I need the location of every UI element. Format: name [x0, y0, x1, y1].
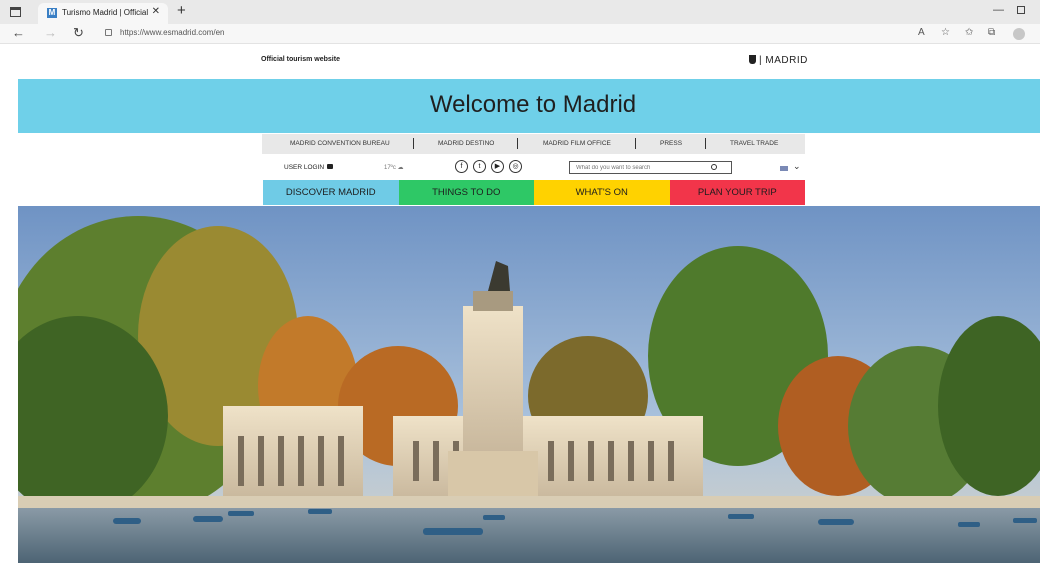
restore-button[interactable]: [1017, 6, 1025, 14]
instagram-icon[interactable]: ◎: [509, 160, 522, 173]
profile-avatar-icon[interactable]: [1013, 28, 1025, 40]
site-favicon-icon: M: [47, 8, 57, 18]
close-tab-icon[interactable]: ✕: [152, 6, 160, 17]
category-navigation: DISCOVER MADRID THINGS TO DO WHAT'S ON P…: [263, 180, 805, 205]
add-favorite-icon[interactable]: ☆: [941, 27, 950, 38]
nav-madrid-destino[interactable]: MADRID DESTINO: [438, 140, 494, 147]
search-box: [569, 161, 732, 174]
nav-divider: [517, 138, 518, 149]
nav-divider: [635, 138, 636, 149]
nav-divider: [705, 138, 706, 149]
page-title: Welcome to Madrid: [429, 91, 637, 118]
browser-tab-bar: M Turismo Madrid | Official tourism ✕ + …: [0, 0, 1040, 24]
nav-travel-trade[interactable]: TRAVEL TRADE: [730, 140, 778, 147]
uk-flag-icon[interactable]: [780, 166, 788, 171]
hero-image: [18, 206, 1040, 563]
forward-arrow-icon[interactable]: →: [44, 25, 57, 40]
favorites-icon[interactable]: ✩: [965, 27, 973, 38]
back-arrow-icon[interactable]: ←: [12, 25, 25, 40]
facebook-icon[interactable]: f: [455, 160, 468, 173]
read-aloud-icon[interactable]: A: [918, 27, 925, 38]
new-tab-button[interactable]: +: [177, 2, 186, 19]
url-text: https://www.esmadrid.com/en: [120, 28, 225, 37]
window-menu-icon[interactable]: [10, 7, 21, 17]
url-field[interactable]: https://www.esmadrid.com/en: [98, 26, 904, 42]
nav-divider: [413, 138, 414, 149]
youtube-icon[interactable]: ▶: [491, 160, 504, 173]
search-input[interactable]: [576, 162, 706, 173]
brand-name: MADRID: [765, 55, 808, 66]
user-login-label: USER LOGIN: [284, 164, 325, 171]
official-website-label: Official tourism website: [261, 56, 340, 63]
category-things-to-do[interactable]: THINGS TO DO: [398, 180, 534, 205]
madrid-logo[interactable]: | MADRID: [749, 55, 808, 66]
web-page: Official tourism website | MADRID Welcom…: [0, 45, 1040, 563]
lock-icon: [105, 29, 112, 36]
browser-tab[interactable]: M Turismo Madrid | Official tourism ✕: [38, 3, 168, 24]
utility-bar: USER LOGIN 17ºc ☁ f t ▶ ◎ ⌄: [262, 158, 805, 178]
nav-film-office[interactable]: MADRID FILM OFFICE: [543, 140, 611, 147]
nav-press[interactable]: PRESS: [660, 140, 682, 147]
temperature: 17ºc: [384, 165, 396, 171]
retiro-park-photo: [18, 206, 1040, 563]
lock-icon: [327, 164, 334, 169]
user-login-link[interactable]: USER LOGIN: [284, 164, 334, 171]
minimize-button[interactable]: —: [993, 4, 1004, 16]
category-plan-your-trip[interactable]: PLAN YOUR TRIP: [669, 180, 805, 205]
nav-convention-bureau[interactable]: MADRID CONVENTION BUREAU: [290, 140, 390, 147]
weather-widget: 17ºc ☁: [384, 165, 404, 171]
collections-icon[interactable]: ⧉: [988, 27, 995, 38]
search-icon[interactable]: [711, 164, 717, 170]
browser-address-bar: ← → ↻ https://www.esmadrid.com/en A ☆ ✩ …: [0, 24, 1040, 44]
twitter-icon[interactable]: t: [473, 160, 486, 173]
top-navigation: MADRID CONVENTION BUREAU MADRID DESTINO …: [262, 134, 805, 154]
category-discover-madrid[interactable]: DISCOVER MADRID: [263, 180, 399, 205]
chevron-down-icon[interactable]: ⌄: [793, 161, 801, 172]
welcome-banner: Welcome to Madrid: [18, 79, 1040, 133]
category-whats-on[interactable]: WHAT'S ON: [534, 180, 670, 205]
refresh-icon[interactable]: ↻: [73, 25, 84, 41]
madrid-shield-icon: [749, 55, 756, 64]
tab-title: Turismo Madrid | Official tourism: [62, 8, 150, 17]
